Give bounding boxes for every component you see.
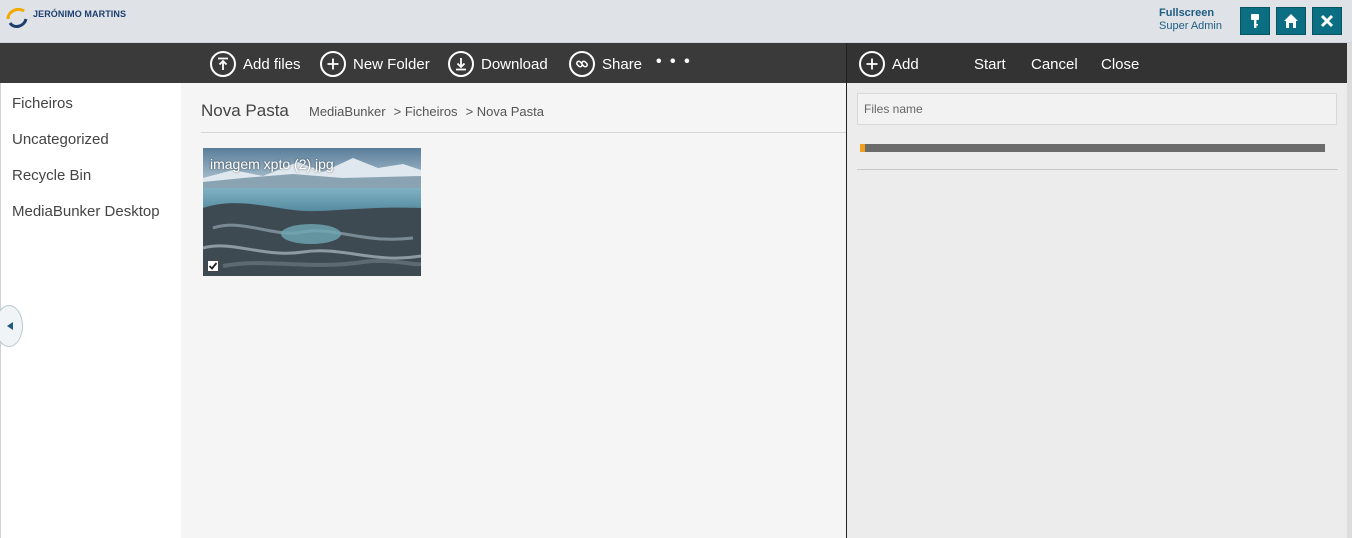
- file-toolbar: Add files New Folder Download Share • • …: [0, 43, 846, 83]
- download-icon: [448, 51, 474, 77]
- close-icon: [1320, 14, 1334, 28]
- link-icon: [569, 51, 595, 77]
- download-button[interactable]: Download: [448, 51, 548, 77]
- main-content: Nova Pasta MediaBunker > Ficheiros > Nov…: [181, 83, 846, 538]
- add-files-label: Add files: [243, 55, 301, 73]
- upload-progress-bar: [860, 144, 1325, 152]
- more-options-button[interactable]: • • •: [656, 53, 692, 71]
- sidebar-item-mediabunker-desktop[interactable]: MediaBunker Desktop: [12, 203, 160, 220]
- breadcrumb-mediabunker[interactable]: MediaBunker: [309, 104, 386, 119]
- upload-divider: [857, 169, 1338, 170]
- plus-icon: [859, 51, 885, 77]
- home-icon: [1284, 14, 1298, 28]
- sidebar: Ficheiros Uncategorized Recycle Bin Medi…: [0, 83, 181, 538]
- sidebar-item-recycle-bin[interactable]: Recycle Bin: [12, 167, 91, 184]
- sidebar-item-ficheiros[interactable]: Ficheiros: [12, 95, 73, 112]
- upload-close-button[interactable]: Close: [1101, 56, 1139, 73]
- add-files-button[interactable]: Add files: [210, 51, 301, 77]
- upload-icon: [210, 51, 236, 77]
- header-divider: [201, 132, 846, 133]
- upload-add-label: Add: [892, 55, 919, 73]
- upload-toolbar: Add Start Cancel Close: [847, 43, 1352, 83]
- breadcrumb: MediaBunker > Ficheiros > Nova Pasta: [309, 104, 544, 119]
- company-logo[interactable]: JERÓNIMO MARTINS: [4, 5, 126, 31]
- chevron-left-icon: [7, 322, 13, 330]
- upload-start-button[interactable]: Start: [974, 56, 1006, 73]
- upload-add-button[interactable]: Add: [859, 51, 919, 77]
- key-icon: [1251, 14, 1259, 28]
- checkmark-icon: [208, 262, 218, 270]
- download-label: Download: [481, 55, 548, 73]
- top-header: JERÓNIMO MARTINS Fullscreen Super Admin: [0, 0, 1352, 43]
- new-folder-button[interactable]: New Folder: [320, 51, 430, 77]
- file-thumbnail[interactable]: imagem xpto (2).jpg: [203, 148, 421, 276]
- breadcrumb-ficheiros[interactable]: > Ficheiros: [394, 104, 458, 119]
- files-name-input[interactable]: [857, 93, 1337, 125]
- share-label: Share: [602, 55, 643, 73]
- share-button[interactable]: Share: [569, 51, 642, 77]
- panel-scrollbar[interactable]: [1347, 43, 1352, 538]
- file-name: imagem xpto (2).jpg: [210, 156, 334, 172]
- breadcrumb-nova-pasta[interactable]: > Nova Pasta: [466, 104, 544, 119]
- upload-progress-fill: [860, 144, 865, 152]
- user-role: Super Admin: [1159, 20, 1222, 32]
- logo-icon: [6, 7, 28, 28]
- user-box: Fullscreen Super Admin: [1159, 7, 1222, 32]
- new-folder-label: New Folder: [353, 55, 430, 73]
- plus-icon: [320, 51, 346, 77]
- key-button[interactable]: [1240, 7, 1270, 35]
- file-select-checkbox[interactable]: [207, 260, 219, 272]
- fullscreen-link[interactable]: Fullscreen: [1159, 7, 1222, 19]
- upload-cancel-button[interactable]: Cancel: [1031, 56, 1078, 73]
- sidebar-item-uncategorized[interactable]: Uncategorized: [12, 131, 109, 148]
- close-button[interactable]: [1312, 7, 1342, 35]
- upload-panel: [847, 83, 1347, 538]
- page-title: Nova Pasta: [201, 101, 289, 120]
- logo-text: JERÓNIMO MARTINS: [33, 9, 127, 19]
- home-button[interactable]: [1276, 7, 1306, 35]
